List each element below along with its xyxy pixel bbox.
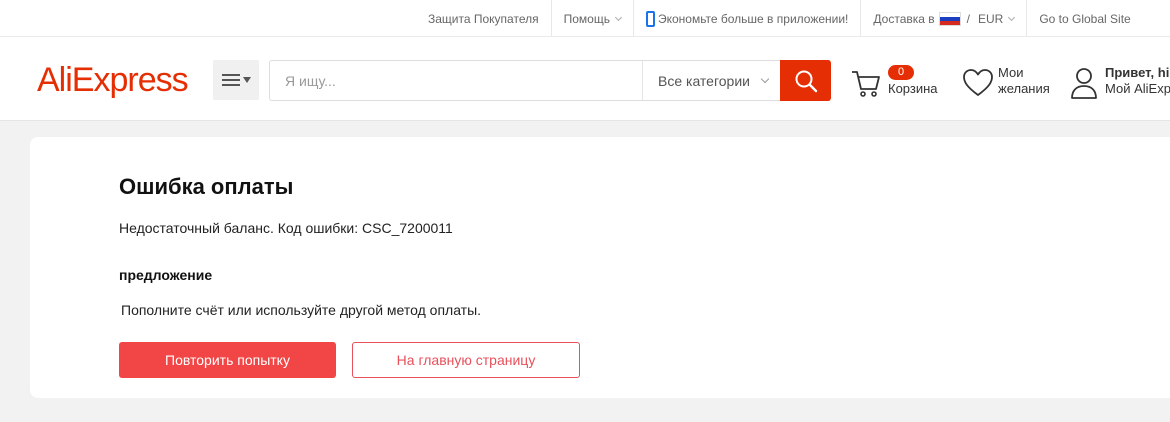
search-icon: [795, 70, 817, 92]
wishlist-label: Мои желания: [998, 65, 1050, 96]
cart-icon: [852, 71, 880, 97]
app-promo-link[interactable]: Экономьте больше в приложении!: [632, 0, 860, 37]
home-page-button[interactable]: На главную страницу: [352, 342, 580, 378]
shipping-currency-selector[interactable]: Доставка в / EUR: [860, 0, 1026, 37]
global-site-link[interactable]: Go to Global Site: [1026, 0, 1142, 37]
page-title: Ошибка оплаты: [119, 174, 294, 199]
user-icon: [1071, 68, 1097, 99]
heart-icon: [963, 69, 993, 96]
suggestion-heading: предложение: [119, 267, 213, 283]
category-select[interactable]: Все категории: [642, 61, 780, 100]
chevron-down-icon: [1008, 13, 1016, 21]
main-header: AliExpress Все категории 0 Корзина: [0, 37, 1170, 121]
suggestion-text: Пополните счёт или используйте другой ме…: [121, 302, 482, 318]
buyer-protection-link[interactable]: Защита Покупателя: [416, 0, 551, 37]
help-menu[interactable]: Помощь: [550, 0, 633, 37]
search-input[interactable]: [270, 61, 641, 100]
chevron-down-icon: [760, 74, 770, 83]
phone-icon: [645, 10, 655, 27]
account-button[interactable]: Привет, hi Мой AliExpress: [1068, 65, 1170, 101]
menu-icon: [221, 74, 240, 86]
top-links: Защита Покупателя Помощь Экономьте больш…: [416, 0, 1143, 37]
cart-count-badge: 0: [888, 65, 914, 80]
caret-down-icon: [242, 77, 251, 83]
search-button[interactable]: [780, 60, 831, 101]
categories-menu-button[interactable]: [213, 60, 259, 100]
cart-label: Корзина: [888, 81, 938, 96]
error-message: Недостаточный баланс. Код ошибки: CSC_72…: [119, 220, 453, 236]
search-bar: Все категории: [269, 60, 831, 101]
chevron-down-icon: [614, 13, 623, 21]
cart-button[interactable]: 0 Корзина: [850, 65, 950, 101]
aliexpress-logo[interactable]: AliExpress: [37, 63, 189, 97]
account-label: Привет, hi Мой AliExpress: [1105, 65, 1170, 96]
top-utility-bar: Защита Покупателя Помощь Экономьте больш…: [0, 0, 1170, 37]
russia-flag-icon: [938, 11, 961, 26]
wishlist-button[interactable]: Мои желания: [962, 65, 1062, 101]
retry-button[interactable]: Повторить попытку: [119, 342, 336, 378]
payment-error-card: Ошибка оплаты Недостаточный баланс. Код …: [30, 137, 1170, 398]
